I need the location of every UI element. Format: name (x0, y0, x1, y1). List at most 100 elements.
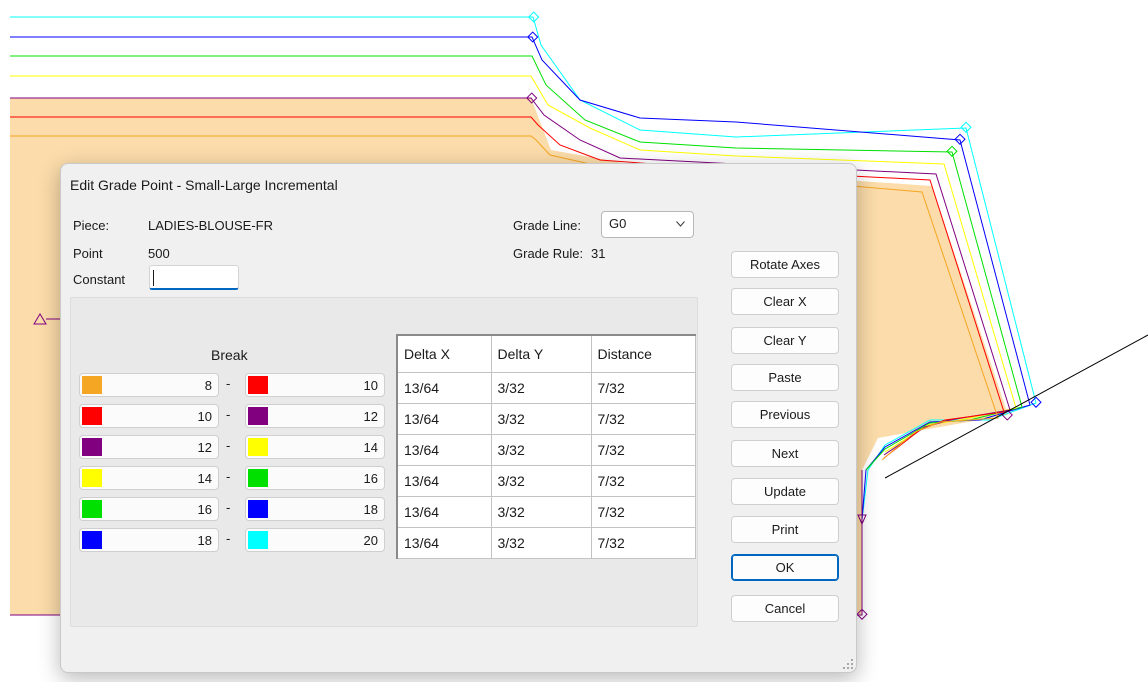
distance-cell[interactable]: 7/32 (590, 464, 696, 497)
size-color-swatch (248, 376, 268, 394)
break-separator: - (226, 376, 231, 391)
size-color-swatch (248, 407, 268, 425)
break-to-value: 10 (363, 378, 378, 393)
break-to-value: 14 (363, 440, 378, 455)
delta-x-cell[interactable]: 13/64 (396, 433, 492, 466)
break-separator: - (226, 407, 231, 422)
break-to-value: 12 (363, 409, 378, 424)
grade-line-label: Grade Line: (513, 218, 581, 233)
table-row: 13/64 3/32 7/32 (396, 433, 696, 466)
paste-button[interactable]: Paste (731, 364, 839, 391)
break-from-field[interactable]: 10 (79, 404, 219, 428)
break-from-value: 16 (197, 502, 212, 517)
size-color-swatch (82, 438, 102, 456)
table-row: 13/64 3/32 7/32 (396, 464, 696, 497)
clear-x-button[interactable]: Clear X (731, 288, 839, 315)
delta-x-cell[interactable]: 13/64 (396, 495, 492, 528)
break-separator: - (226, 531, 231, 546)
table-row: 13/64 3/32 7/32 (396, 495, 696, 528)
break-to-field[interactable]: 18 (245, 497, 385, 521)
constant-label: Constant (73, 272, 126, 287)
delta-y-cell[interactable]: 3/32 (490, 402, 592, 435)
column-header-delta-x: Delta X (396, 334, 492, 373)
rotate-axes-button[interactable]: Rotate Axes (731, 251, 839, 278)
break-row: 14 - 16 (79, 466, 385, 490)
size-color-swatch (82, 469, 102, 487)
distance-cell[interactable]: 7/32 (590, 433, 696, 466)
break-to-field[interactable]: 10 (245, 373, 385, 397)
point-label: Point (73, 246, 103, 261)
size-color-swatch (82, 407, 102, 425)
distance-cell[interactable]: 7/32 (590, 526, 696, 559)
delta-y-cell[interactable]: 3/32 (490, 371, 592, 404)
break-row: 12 - 14 (79, 435, 385, 459)
break-separator: - (226, 500, 231, 515)
size-color-swatch (82, 500, 102, 518)
break-from-field[interactable]: 16 (79, 497, 219, 521)
constant-input[interactable] (149, 265, 239, 290)
size-color-swatch (82, 531, 102, 549)
print-button[interactable]: Print (731, 516, 839, 543)
break-from-field[interactable]: 14 (79, 466, 219, 490)
distance-cell[interactable]: 7/32 (590, 495, 696, 528)
break-to-value: 16 (363, 471, 378, 486)
break-to-value: 18 (363, 502, 378, 517)
break-to-field[interactable]: 16 (245, 466, 385, 490)
table-row: 13/64 3/32 7/32 (396, 371, 696, 404)
table-row: 13/64 3/32 7/32 (396, 526, 696, 559)
piece-value: LADIES-BLOUSE-FR (148, 218, 273, 233)
break-separator: - (226, 469, 231, 484)
point-value: 500 (148, 246, 170, 261)
break-row: 16 - 18 (79, 497, 385, 521)
distance-cell[interactable]: 7/32 (590, 402, 696, 435)
column-header-distance: Distance (590, 334, 696, 373)
break-to-field[interactable]: 12 (245, 404, 385, 428)
delta-y-cell[interactable]: 3/32 (490, 495, 592, 528)
break-row: 18 - 20 (79, 528, 385, 552)
clear-y-button[interactable]: Clear Y (731, 327, 839, 354)
text-cursor (153, 270, 154, 286)
piece-label: Piece: (73, 218, 110, 233)
delta-y-cell[interactable]: 3/32 (490, 464, 592, 497)
break-to-field[interactable]: 20 (245, 528, 385, 552)
delta-x-cell[interactable]: 13/64 (396, 371, 492, 404)
resize-grip-icon[interactable] (843, 659, 853, 669)
break-from-value: 10 (197, 409, 212, 424)
break-from-field[interactable]: 12 (79, 435, 219, 459)
size-color-swatch (248, 438, 268, 456)
ok-button[interactable]: OK (731, 554, 839, 581)
previous-button[interactable]: Previous (731, 401, 839, 428)
break-row: 10 - 12 (79, 404, 385, 428)
edit-grade-point-dialog: Edit Grade Point - Small-Large Increment… (60, 163, 857, 673)
grid-header-row: Delta X Delta Y Distance (396, 334, 696, 373)
break-from-value: 18 (197, 533, 212, 548)
grade-line-select[interactable]: G0 (601, 211, 694, 238)
cancel-button[interactable]: Cancel (731, 595, 839, 622)
break-from-value: 8 (204, 378, 212, 393)
break-to-field[interactable]: 14 (245, 435, 385, 459)
delta-y-cell[interactable]: 3/32 (490, 433, 592, 466)
delta-y-cell[interactable]: 3/32 (490, 526, 592, 559)
grade-rule-label: Grade Rule: (513, 246, 584, 261)
break-label: Break (211, 347, 248, 363)
size-color-swatch (248, 500, 268, 518)
next-button[interactable]: Next (731, 440, 839, 467)
break-from-field[interactable]: 18 (79, 528, 219, 552)
break-separator: - (226, 438, 231, 453)
column-header-delta-y: Delta Y (490, 334, 592, 373)
break-from-value: 12 (197, 440, 212, 455)
break-row: 8 - 10 (79, 373, 385, 397)
table-row: 13/64 3/32 7/32 (396, 402, 696, 435)
delta-x-cell[interactable]: 13/64 (396, 402, 492, 435)
delta-x-cell[interactable]: 13/64 (396, 526, 492, 559)
distance-cell[interactable]: 7/32 (590, 371, 696, 404)
break-from-field[interactable]: 8 (79, 373, 219, 397)
grade-line-value: G0 (609, 216, 627, 231)
grade-rule-value: 31 (591, 246, 606, 261)
update-button[interactable]: Update (731, 478, 839, 505)
chevron-down-icon (676, 221, 685, 227)
delta-x-cell[interactable]: 13/64 (396, 464, 492, 497)
delta-grid: Delta X Delta Y Distance 13/64 3/32 7/32… (396, 334, 696, 559)
size-color-swatch (82, 376, 102, 394)
size-color-swatch (248, 531, 268, 549)
